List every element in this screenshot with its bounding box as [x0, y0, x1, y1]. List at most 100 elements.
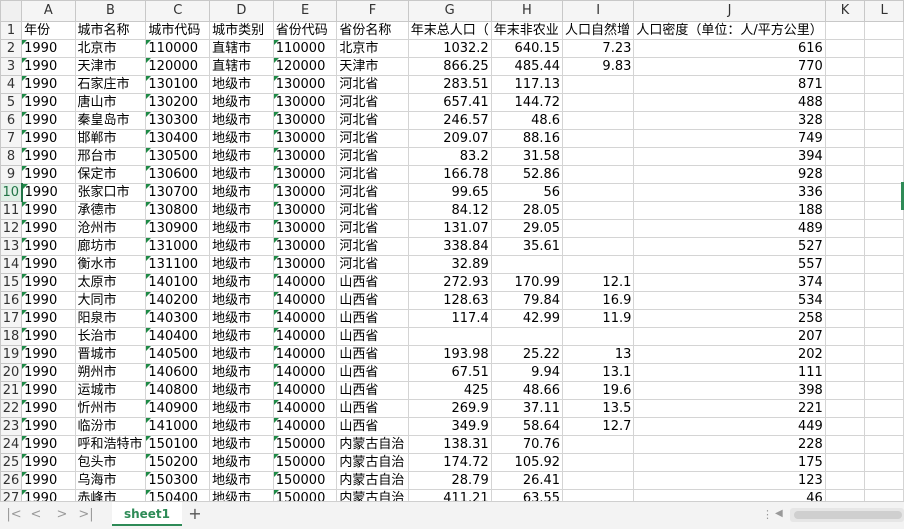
cell-d2[interactable]: 直辖市: [209, 39, 274, 58]
cell-k17[interactable]: [824, 309, 866, 328]
cell-l6[interactable]: [864, 111, 904, 130]
row-header-5[interactable]: 5: [0, 93, 23, 112]
cell-j3[interactable]: 770: [633, 57, 826, 76]
cell-l5[interactable]: [864, 93, 904, 112]
cell-b1[interactable]: 城市名称: [74, 21, 147, 40]
cell-h4[interactable]: 117.13: [490, 75, 564, 94]
cell-b19[interactable]: 晋城市: [74, 345, 147, 364]
cell-c14[interactable]: 131100: [145, 255, 211, 274]
cell-g20[interactable]: 67.51: [407, 363, 492, 382]
cell-i5[interactable]: [562, 93, 635, 112]
cell-a10[interactable]: 1990: [21, 183, 76, 202]
cell-h3[interactable]: 485.44: [490, 57, 564, 76]
cell-j14[interactable]: 557: [633, 255, 826, 274]
cell-e18[interactable]: 140000: [272, 327, 338, 346]
cell-a15[interactable]: 1990: [21, 273, 76, 292]
cell-i16[interactable]: 16.9: [562, 291, 635, 310]
cell-b7[interactable]: 邯郸市: [74, 129, 147, 148]
cell-e25[interactable]: 150000: [272, 453, 338, 472]
cell-i24[interactable]: [562, 435, 635, 454]
row-header-7[interactable]: 7: [0, 129, 23, 148]
cell-g25[interactable]: 174.72: [407, 453, 492, 472]
cell-f6[interactable]: 河北省: [336, 111, 409, 130]
cell-j26[interactable]: 123: [633, 471, 826, 490]
cell-d14[interactable]: 地级市: [209, 255, 274, 274]
cell-c17[interactable]: 140300: [145, 309, 211, 328]
cell-d13[interactable]: 地级市: [209, 237, 274, 256]
cell-e26[interactable]: 150000: [272, 471, 338, 490]
cell-a12[interactable]: 1990: [21, 219, 76, 238]
cell-h24[interactable]: 70.76: [490, 435, 564, 454]
cell-e5[interactable]: 130000: [272, 93, 338, 112]
row-header-16[interactable]: 16: [0, 291, 23, 310]
cell-c15[interactable]: 140100: [145, 273, 211, 292]
cell-c24[interactable]: 150100: [145, 435, 211, 454]
cell-g4[interactable]: 283.51: [407, 75, 492, 94]
cell-c22[interactable]: 140900: [145, 399, 211, 418]
cell-e20[interactable]: 140000: [272, 363, 338, 382]
cell-j25[interactable]: 175: [633, 453, 826, 472]
cell-c6[interactable]: 130300: [145, 111, 211, 130]
cell-f19[interactable]: 山西省: [336, 345, 409, 364]
cell-f16[interactable]: 山西省: [336, 291, 409, 310]
cell-g6[interactable]: 246.57: [407, 111, 492, 130]
cell-k12[interactable]: [824, 219, 866, 238]
cell-k24[interactable]: [824, 435, 866, 454]
cell-c12[interactable]: 130900: [145, 219, 211, 238]
cell-b5[interactable]: 唐山市: [74, 93, 147, 112]
cell-f5[interactable]: 河北省: [336, 93, 409, 112]
cell-b14[interactable]: 衡水市: [74, 255, 147, 274]
cell-g24[interactable]: 138.31: [407, 435, 492, 454]
cell-a26[interactable]: 1990: [21, 471, 76, 490]
cell-h20[interactable]: 9.94: [490, 363, 564, 382]
cell-k23[interactable]: [824, 417, 866, 436]
row-header-11[interactable]: 11: [0, 201, 23, 220]
prev-sheet-icon[interactable]: <: [28, 507, 44, 523]
select-all-corner[interactable]: [0, 0, 23, 22]
row-header-9[interactable]: 9: [0, 165, 23, 184]
cell-d19[interactable]: 地级市: [209, 345, 274, 364]
cell-j17[interactable]: 258: [633, 309, 826, 328]
cell-a22[interactable]: 1990: [21, 399, 76, 418]
cell-g2[interactable]: 1032.2: [407, 39, 492, 58]
cell-j9[interactable]: 928: [633, 165, 826, 184]
column-header-d[interactable]: D: [209, 0, 274, 22]
cell-d20[interactable]: 地级市: [209, 363, 274, 382]
cell-f8[interactable]: 河北省: [336, 147, 409, 166]
cell-g1[interactable]: 年末总人口（: [407, 21, 492, 40]
cell-c16[interactable]: 140200: [145, 291, 211, 310]
cell-e1[interactable]: 省份代码: [272, 21, 338, 40]
cell-k6[interactable]: [824, 111, 866, 130]
cell-l8[interactable]: [864, 147, 904, 166]
cell-a20[interactable]: 1990: [21, 363, 76, 382]
column-header-l[interactable]: L: [864, 0, 904, 22]
cell-h2[interactable]: 640.15: [490, 39, 564, 58]
row-header-1[interactable]: 1: [0, 21, 23, 40]
row-header-20[interactable]: 20: [0, 363, 23, 382]
cell-h19[interactable]: 25.22: [490, 345, 564, 364]
cell-h5[interactable]: 144.72: [490, 93, 564, 112]
cell-c3[interactable]: 120000: [145, 57, 211, 76]
cell-j20[interactable]: 111: [633, 363, 826, 382]
cell-i27[interactable]: [562, 489, 635, 501]
cell-g23[interactable]: 349.9: [407, 417, 492, 436]
row-header-25[interactable]: 25: [0, 453, 23, 472]
cell-h9[interactable]: 52.86: [490, 165, 564, 184]
cell-e15[interactable]: 140000: [272, 273, 338, 292]
cell-k16[interactable]: [824, 291, 866, 310]
cell-c20[interactable]: 140600: [145, 363, 211, 382]
cell-h1[interactable]: 年末非农业: [490, 21, 564, 40]
row-header-13[interactable]: 13: [0, 237, 23, 256]
cell-b10[interactable]: 张家口市: [74, 183, 147, 202]
cell-i6[interactable]: [562, 111, 635, 130]
column-header-b[interactable]: B: [74, 0, 147, 22]
cell-h27[interactable]: 63.55: [490, 489, 564, 501]
cell-c4[interactable]: 130100: [145, 75, 211, 94]
cell-j10[interactable]: 336: [633, 183, 826, 202]
cell-d10[interactable]: 地级市: [209, 183, 274, 202]
cell-b18[interactable]: 长治市: [74, 327, 147, 346]
cell-l20[interactable]: [864, 363, 904, 382]
cell-i15[interactable]: 12.1: [562, 273, 635, 292]
cell-d5[interactable]: 地级市: [209, 93, 274, 112]
sheet-table[interactable]: ABCDEFGHIJKL 1 年份 城市名称 城市代码 城市类别 省份代码 省份名称 年末总人…: [0, 0, 904, 501]
